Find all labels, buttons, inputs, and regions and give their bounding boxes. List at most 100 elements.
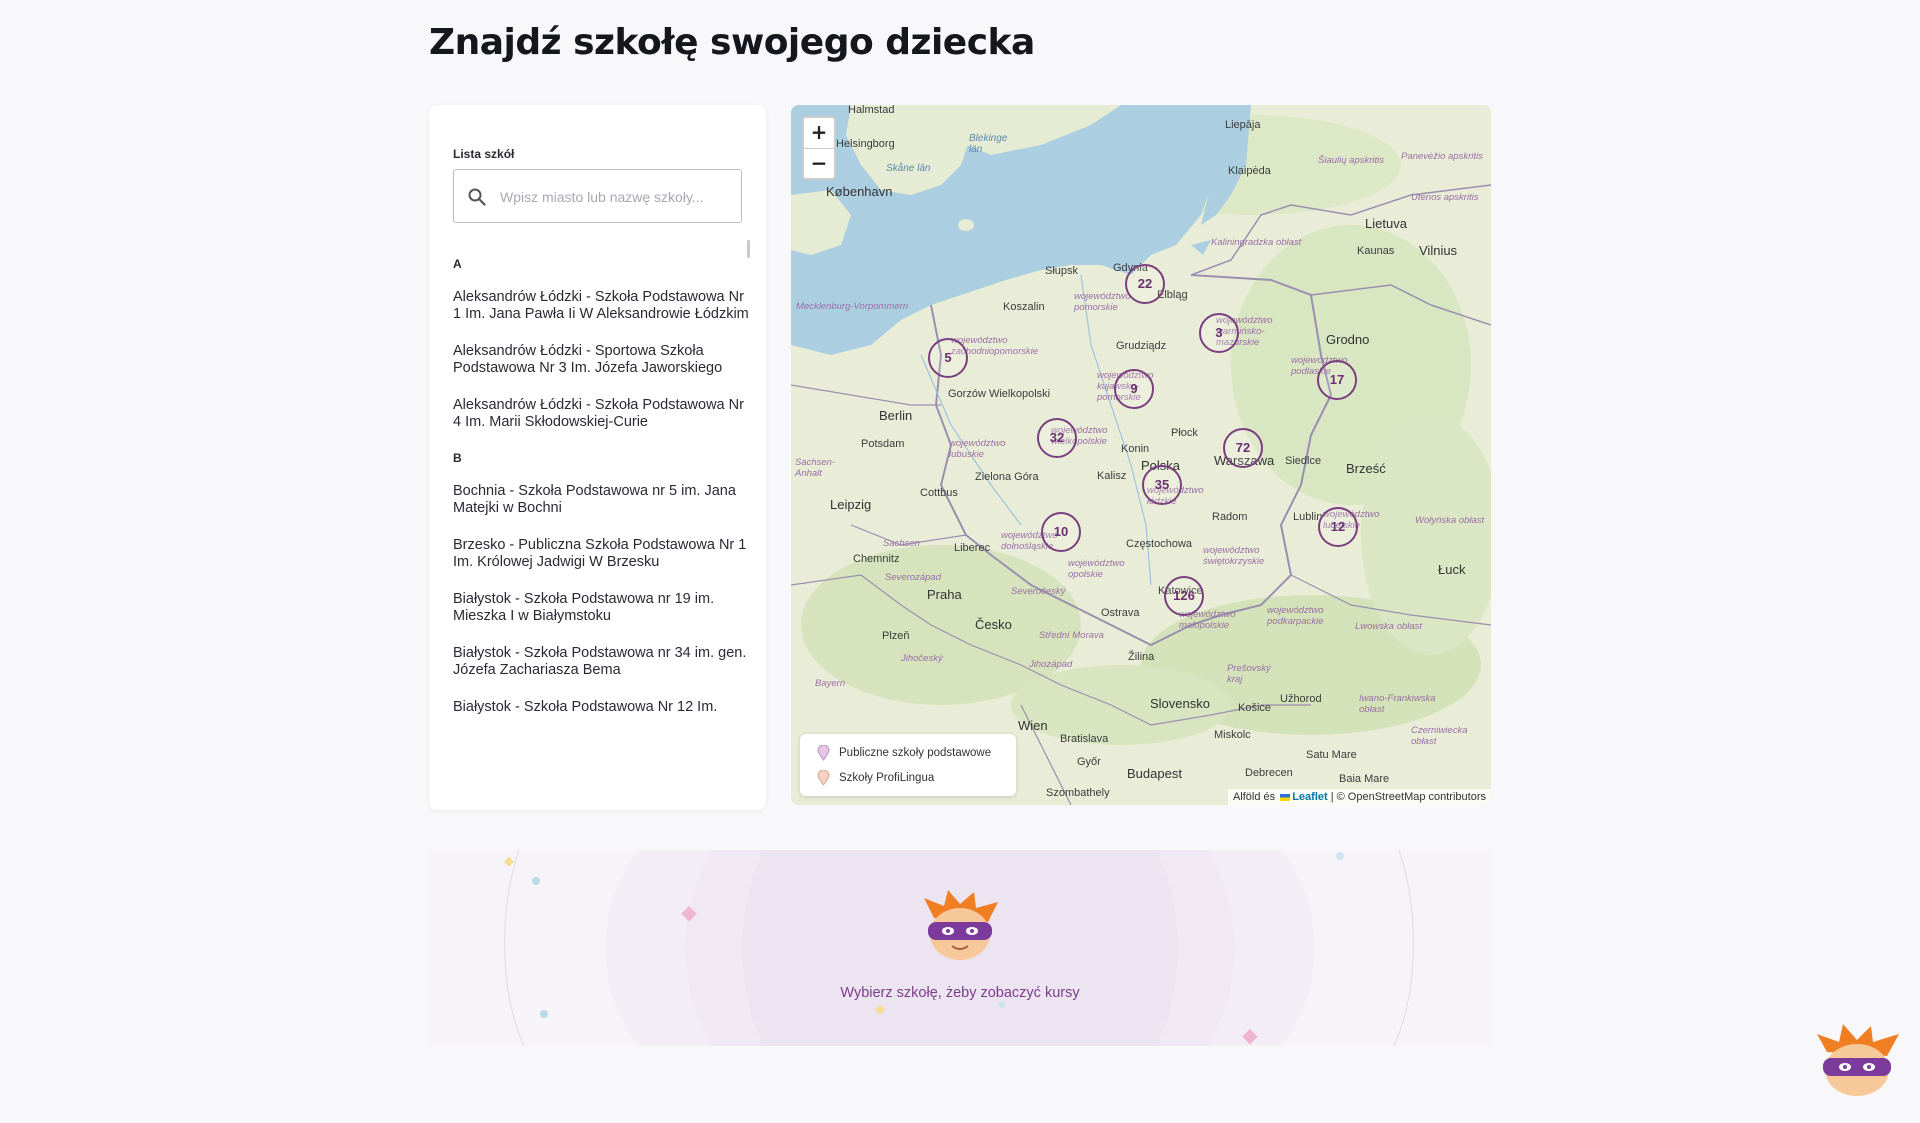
map-region-label: Střední Morava — [1039, 630, 1104, 641]
map-place-label: Kaliningradzka obłast — [1211, 237, 1302, 248]
group-letter: A — [453, 257, 462, 271]
map-place-label: Siedlce — [1285, 455, 1322, 467]
map-place-label: Radom — [1212, 511, 1248, 523]
leaflet-link[interactable]: Leaflet — [1292, 791, 1327, 803]
map-place-label: Liberec — [954, 542, 991, 554]
map-place-label: Brześć — [1346, 461, 1386, 476]
ukraine-flag-icon — [1280, 794, 1291, 801]
mascot-helper-icon[interactable] — [1815, 1022, 1901, 1098]
map-place-label: Chemnitz — [853, 553, 900, 565]
school-list-item[interactable]: Aleksandrów Łódzki - Szkoła Podstawowa N… — [453, 289, 751, 323]
map-place-label: Potsdam — [861, 438, 905, 450]
school-list-item[interactable]: Białystok - Szkoła Podstawowa nr 34 im. … — [453, 645, 751, 679]
map-cluster-marker[interactable]: 17 — [1317, 360, 1357, 400]
zoom-in-button[interactable]: + — [804, 118, 834, 149]
school-list-item[interactable]: Białystok - Szkoła Podstawowa nr 19 im. … — [453, 591, 751, 625]
map-place-label: Mecklenburg-Vorpommern — [796, 301, 909, 312]
map-place-label: Budapest — [1127, 766, 1182, 781]
map-place-label: Vilnius — [1419, 243, 1458, 258]
map-place-label: Ostrava — [1101, 607, 1140, 619]
map-pin-icon — [817, 770, 830, 786]
map-cluster-marker[interactable]: 35 — [1142, 465, 1182, 505]
map-place-label: Zielona Góra — [975, 471, 1039, 483]
attribution-prefix: Alföld és — [1232, 791, 1276, 803]
map-cluster-marker[interactable]: 12 — [1318, 507, 1358, 547]
map-cluster-marker[interactable]: 3 — [1199, 313, 1239, 353]
map-cluster-marker[interactable]: 126 — [1164, 576, 1204, 616]
map-region-label: województwo podkarpackie — [1267, 605, 1324, 627]
school-list-item[interactable]: Aleksandrów Łódzki - Szkoła Podstawowa N… — [453, 397, 751, 431]
map-place-label: Płock — [1171, 427, 1198, 439]
map-place-label: Łuck — [1438, 562, 1466, 577]
map-place-label: Kaunas — [1357, 245, 1395, 257]
map-place-label: København — [826, 184, 893, 199]
map-region-label: Lwowska obłast — [1355, 621, 1423, 632]
legend-row-profi: Szkoły ProfiLingua — [817, 770, 934, 786]
school-list: A Aleksandrów Łódzki - Szkoła Podstawowa… — [453, 257, 751, 736]
map-region-label: Severočeský — [1011, 586, 1066, 597]
page-title: Znajdź szkołę swojego dziecka — [429, 22, 1035, 63]
map-place-label: Praha — [927, 587, 962, 602]
map-water-label: Skåne län — [886, 163, 931, 174]
map-cluster-marker[interactable]: 5 — [928, 338, 968, 378]
map-place-label: Liepāja — [1225, 119, 1261, 131]
map-place-label: Helsingborg — [836, 138, 895, 150]
map-cluster-marker[interactable]: 9 — [1114, 369, 1154, 409]
map-place-label: Grodno — [1326, 332, 1370, 347]
map-place-label: Panevėžio apskritis — [1401, 151, 1483, 162]
map-place-label: Słupsk — [1045, 265, 1079, 277]
map-region-label: Jihozápad — [1029, 659, 1073, 670]
map-place-label: Wien — [1018, 718, 1048, 733]
school-list-item[interactable]: Brzesko - Publiczna Szkoła Podstawowa Nr… — [453, 537, 751, 571]
map-place-label: Leipzig — [830, 497, 872, 512]
map-place-label: Koszalin — [1003, 301, 1045, 313]
map-place-label: Berlin — [879, 408, 913, 423]
map-place-label: Grudziądz — [1116, 340, 1167, 352]
map-cluster-marker[interactable]: 22 — [1125, 264, 1165, 304]
attribution-osm[interactable]: | © OpenStreetMap contributors — [1331, 791, 1486, 803]
search-icon — [468, 188, 486, 206]
map-place-label: Žilina — [1128, 651, 1155, 663]
map-place-label: Częstochowa — [1126, 538, 1193, 550]
map-region-label: województwo opolskie — [1068, 558, 1125, 580]
map-attribution: Alföld és Leaflet | © OpenStreetMap cont… — [1227, 789, 1491, 805]
mascot-avatar — [924, 890, 998, 960]
map-cluster-marker[interactable]: 32 — [1037, 418, 1077, 458]
map-place-label: Baia Mare — [1339, 773, 1390, 785]
map-region-label: Jihočeský — [901, 653, 943, 664]
map-region-label: Czerniwiecka obłast — [1411, 725, 1468, 747]
school-list-label: Lista szkół — [453, 147, 515, 161]
list-scrollbar[interactable] — [747, 240, 750, 258]
map-water-label: Blekinge län — [969, 133, 1008, 155]
map-region-label: Severozápad — [885, 572, 941, 583]
map-cluster-marker[interactable]: 72 — [1223, 428, 1263, 468]
map-place-label: Szombathely — [1046, 787, 1110, 799]
map-place-label: Lietuva — [1365, 216, 1407, 231]
map-region-label: Prešovský kraj — [1227, 663, 1271, 685]
school-group-a: A Aleksandrów Łódzki - Szkoła Podstawowa… — [453, 257, 751, 431]
map-place-label: Klaipėda — [1228, 165, 1271, 177]
school-list-item[interactable]: Bochnia - Szkoła Podstawowa nr 5 im. Jan… — [453, 483, 751, 517]
zoom-control: + − — [802, 116, 836, 180]
map-place-label: Győr — [1077, 756, 1101, 768]
school-search-box[interactable] — [453, 169, 742, 224]
zoom-out-button[interactable]: − — [804, 149, 834, 179]
map-place-label: Šiaulių apskritis — [1318, 155, 1384, 166]
legend-label: Publiczne szkoły podstawowe — [839, 747, 992, 759]
school-map[interactable]: Halmstad Helsingborg København Liepāja K… — [791, 105, 1491, 805]
map-place-label: Bratislava — [1060, 733, 1109, 745]
school-list-panel: Lista szkół A Aleksandrów Łódzki - Szkoł… — [429, 105, 766, 810]
map-place-label: Konin — [1121, 443, 1150, 455]
map-region-label: Iwano-Frankiwska obłast — [1359, 693, 1436, 715]
map-region-label: województwo lubuskie — [949, 438, 1006, 460]
map-place-label: Utenos apskritis — [1411, 192, 1479, 203]
map-place-label: Debrecen — [1245, 767, 1293, 779]
map-place-label: Košice — [1238, 702, 1272, 714]
map-cluster-marker[interactable]: 10 — [1041, 512, 1081, 552]
school-list-item[interactable]: Aleksandrów Łódzki - Sportowa Szkoła Pod… — [453, 343, 751, 377]
map-region-label: Bayern — [815, 678, 846, 689]
school-list-item[interactable]: Białystok - Szkoła Podstawowa Nr 12 Im. — [453, 699, 751, 716]
search-input[interactable] — [498, 170, 738, 224]
school-group-b: B Bochnia - Szkoła Podstawowa nr 5 im. J… — [453, 451, 751, 716]
map-region-label: Wołyńska obłast — [1415, 515, 1485, 526]
